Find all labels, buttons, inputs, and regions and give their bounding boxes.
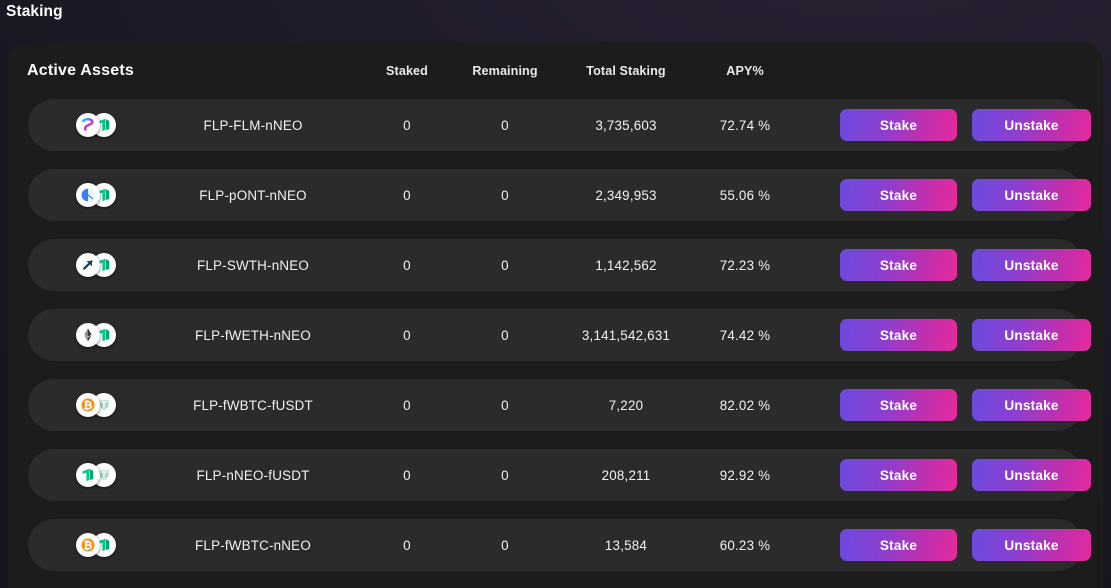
asset-name: FLP-fWETH-nNEO bbox=[195, 327, 311, 343]
card-title: Active Assets bbox=[27, 62, 134, 79]
asset-name: FLP-fWBTC-nNEO bbox=[195, 537, 311, 553]
staking-page: Staking Active Assets Staked Remaining T… bbox=[0, 0, 1111, 588]
table-row: ₿ FLP-fWBTC-nNEO 0 0 13,584 60.23 % Stake Unsta… bbox=[28, 519, 1091, 571]
cell-staked: 0 bbox=[403, 397, 411, 413]
asset-icon-pair bbox=[76, 169, 136, 221]
column-header-apy: APY% bbox=[726, 64, 764, 78]
stake-button[interactable]: Stake bbox=[840, 249, 957, 281]
cell-total-staking: 208,211 bbox=[601, 467, 651, 483]
stake-button[interactable]: Stake bbox=[840, 529, 957, 561]
stake-button[interactable]: Stake bbox=[840, 319, 957, 351]
cell-total-staking: 13,584 bbox=[604, 537, 648, 553]
btc-icon: ₿ bbox=[76, 393, 100, 417]
cell-remaining: 0 bbox=[501, 257, 509, 273]
column-header-total-staking: Total Staking bbox=[586, 64, 666, 78]
svg-text:₿: ₿ bbox=[83, 539, 92, 552]
cell-total-staking: 3,141,542,631 bbox=[581, 327, 671, 343]
flm-icon bbox=[76, 113, 100, 137]
cell-apy: 92.92 % bbox=[719, 467, 771, 483]
unstake-button[interactable]: Unstake bbox=[972, 389, 1091, 421]
cell-remaining: 0 bbox=[501, 467, 509, 483]
cell-total-staking: 2,349,953 bbox=[595, 187, 657, 203]
svg-text:₿: ₿ bbox=[83, 399, 92, 412]
table-row: FLP-nNEO-fUSDT 0 0 208,211 92.92 % Stake Unsta… bbox=[28, 449, 1091, 501]
stake-button[interactable]: Stake bbox=[840, 179, 957, 211]
cell-remaining: 0 bbox=[501, 397, 509, 413]
asset-name: FLP-FLM-nNEO bbox=[203, 117, 303, 133]
asset-icon-pair: ₿ bbox=[76, 519, 136, 571]
cell-apy: 72.74 % bbox=[719, 117, 771, 133]
page-title: Staking bbox=[6, 3, 63, 20]
cell-remaining: 0 bbox=[501, 187, 509, 203]
cell-apy: 60.23 % bbox=[719, 537, 771, 553]
cell-total-staking: 3,735,603 bbox=[595, 117, 657, 133]
stake-button[interactable]: Stake bbox=[840, 459, 957, 491]
unstake-button[interactable]: Unstake bbox=[972, 319, 1091, 351]
cell-apy: 74.42 % bbox=[719, 327, 771, 343]
table-row: FLP-SWTH-nNEO 0 0 1,142,562 72.23 % Stake Unst… bbox=[28, 239, 1091, 291]
cell-apy: 72.23 % bbox=[719, 257, 771, 273]
unstake-button[interactable]: Unstake bbox=[972, 249, 1091, 281]
swth-icon bbox=[76, 253, 100, 277]
asset-name: FLP-SWTH-nNEO bbox=[197, 257, 309, 273]
btc-icon: ₿ bbox=[76, 533, 100, 557]
cell-staked: 0 bbox=[403, 327, 411, 343]
table-row: FLP-fWETH-nNEO 0 0 3,141,542,631 74.42 % Stak… bbox=[28, 309, 1091, 361]
cell-staked: 0 bbox=[403, 537, 411, 553]
unstake-button[interactable]: Unstake bbox=[972, 179, 1091, 211]
asset-name: FLP-pONT-nNEO bbox=[199, 187, 307, 203]
active-assets-card: Active Assets Staked Remaining Total Sta… bbox=[8, 42, 1103, 588]
table-row: FLP-pONT-nNEO 0 0 2,349,953 55.06 % Stake Unst… bbox=[28, 169, 1091, 221]
cell-apy: 82.02 % bbox=[719, 397, 771, 413]
column-header-staked: Staked bbox=[386, 64, 428, 78]
cell-total-staking: 1,142,562 bbox=[595, 257, 657, 273]
asset-name: FLP-fWBTC-fUSDT bbox=[193, 397, 313, 413]
eth-icon bbox=[76, 323, 100, 347]
column-header-remaining: Remaining bbox=[472, 64, 538, 78]
cell-staked: 0 bbox=[403, 187, 411, 203]
unstake-button[interactable]: Unstake bbox=[972, 109, 1091, 141]
table-row: ₿ FLP-fWBTC-fUSDT 0 0 7,220 82.02 % Stake Unsta… bbox=[28, 379, 1091, 431]
cell-remaining: 0 bbox=[501, 327, 509, 343]
unstake-button[interactable]: Unstake bbox=[972, 529, 1091, 561]
cell-total-staking: 7,220 bbox=[608, 397, 644, 413]
cell-remaining: 0 bbox=[501, 537, 509, 553]
asset-icon-pair: ₿ bbox=[76, 379, 136, 431]
cell-apy: 55.06 % bbox=[719, 187, 771, 203]
cell-staked: 0 bbox=[403, 257, 411, 273]
ont-icon bbox=[76, 183, 100, 207]
unstake-button[interactable]: Unstake bbox=[972, 459, 1091, 491]
neo-icon bbox=[76, 463, 100, 487]
table-row: FLP-FLM-nNEO 0 0 3,735,603 72.74 % Stake Unsta… bbox=[28, 99, 1091, 151]
asset-icon-pair bbox=[76, 449, 136, 501]
cell-staked: 0 bbox=[403, 467, 411, 483]
asset-name: FLP-nNEO-fUSDT bbox=[196, 467, 310, 483]
asset-icon-pair bbox=[76, 99, 136, 151]
asset-icon-pair bbox=[76, 309, 136, 361]
card-header: Active Assets Staked Remaining Total Sta… bbox=[8, 42, 1103, 99]
stake-button[interactable]: Stake bbox=[840, 389, 957, 421]
stake-button[interactable]: Stake bbox=[840, 109, 957, 141]
cell-remaining: 0 bbox=[501, 117, 509, 133]
asset-icon-pair bbox=[76, 239, 136, 291]
cell-staked: 0 bbox=[403, 117, 411, 133]
